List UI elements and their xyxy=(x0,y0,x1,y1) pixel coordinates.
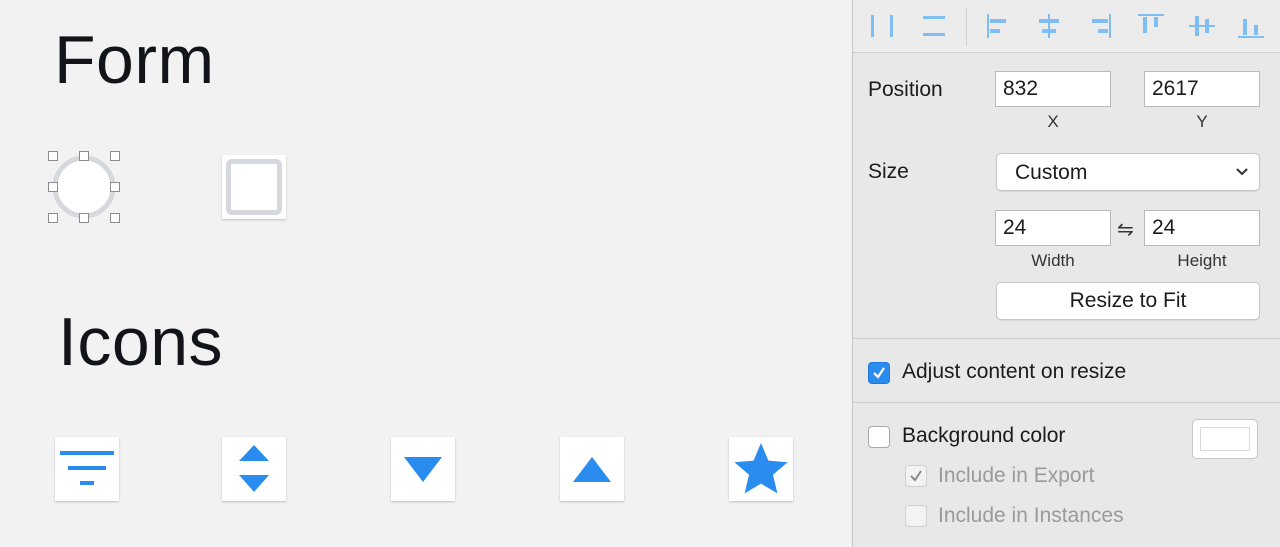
sort-arrows-icon-tile[interactable] xyxy=(222,437,286,501)
position-x-field[interactable] xyxy=(995,71,1111,107)
size-label: Size xyxy=(868,160,909,183)
selection-frame xyxy=(54,157,116,219)
align-left-icon xyxy=(987,14,1006,38)
adjust-content-label: Adjust content on resize xyxy=(902,360,1127,383)
resize-handle-br[interactable] xyxy=(110,213,120,223)
align-right-button[interactable] xyxy=(1083,10,1117,42)
distribute-vertical-button[interactable] xyxy=(917,10,951,42)
align-bottom-icon xyxy=(1238,19,1264,38)
height-field[interactable] xyxy=(1144,210,1260,246)
triangle-up-icon xyxy=(573,457,611,482)
checkbox-square-icon xyxy=(226,159,282,215)
adjust-content-checkbox[interactable] xyxy=(868,362,890,384)
section-divider xyxy=(853,402,1280,403)
include-instances-checkbox[interactable] xyxy=(905,505,927,527)
radio-symbol-selected[interactable] xyxy=(48,151,120,223)
align-right-icon xyxy=(1092,14,1111,38)
background-color-swatch[interactable] xyxy=(1192,419,1258,459)
resize-handle-r[interactable] xyxy=(110,182,120,192)
height-caption: Height xyxy=(1177,251,1227,270)
resize-to-fit-button[interactable]: Resize to Fit xyxy=(996,282,1260,320)
filter-icon xyxy=(60,451,114,485)
background-color-checkbox[interactable] xyxy=(868,426,890,448)
resize-handle-tl[interactable] xyxy=(48,151,58,161)
swatch-color-fill xyxy=(1200,427,1250,451)
distribute-horizontal-button[interactable] xyxy=(865,10,899,42)
inspector-panel: Position X Y Size Custom ⇋ Width Height … xyxy=(852,0,1280,547)
size-preset-dropdown[interactable]: Custom xyxy=(996,153,1260,191)
resize-handle-l[interactable] xyxy=(48,182,58,192)
position-y-caption: Y xyxy=(1196,112,1208,131)
width-caption: Width xyxy=(1031,251,1075,270)
include-export-checkbox[interactable] xyxy=(905,465,927,487)
lock-proportions-icon[interactable]: ⇋ xyxy=(1117,217,1134,242)
position-y-field[interactable] xyxy=(1144,71,1260,107)
star-icon xyxy=(734,443,788,494)
icons-section-title: Icons xyxy=(58,304,224,380)
align-left-button[interactable] xyxy=(981,10,1015,42)
section-divider xyxy=(853,338,1280,339)
resize-handle-t[interactable] xyxy=(79,151,89,161)
sort-arrows-icon xyxy=(239,445,269,492)
align-top-icon xyxy=(1138,14,1164,33)
size-preset-value: Custom xyxy=(1015,161,1088,184)
triangle-up-icon-tile[interactable] xyxy=(560,437,624,501)
align-bottom-button[interactable] xyxy=(1234,10,1268,42)
align-center-horizontal-button[interactable] xyxy=(1032,10,1066,42)
position-x-caption: X xyxy=(1047,112,1059,131)
chevron-down-icon xyxy=(1236,168,1248,176)
filter-icon-tile[interactable] xyxy=(55,437,119,501)
checkmark-icon xyxy=(873,367,885,379)
checkmark-icon xyxy=(910,470,922,482)
star-icon-tile[interactable] xyxy=(729,437,793,501)
resize-handle-b[interactable] xyxy=(79,213,89,223)
align-center-horizontal-icon xyxy=(1039,14,1059,38)
checkbox-symbol[interactable] xyxy=(222,155,286,219)
distribute-vertical-icon xyxy=(923,16,945,36)
align-middle-vertical-icon xyxy=(1189,16,1215,36)
background-color-label: Background color xyxy=(902,424,1066,447)
resize-handle-tr[interactable] xyxy=(110,151,120,161)
artboard-canvas: Form Icons xyxy=(0,0,852,547)
toolbar-separator xyxy=(966,8,967,46)
alignment-toolbar xyxy=(853,0,1280,53)
align-top-button[interactable] xyxy=(1134,10,1168,42)
include-export-label: Include in Export xyxy=(938,464,1095,487)
width-field[interactable] xyxy=(995,210,1111,246)
resize-handle-bl[interactable] xyxy=(48,213,58,223)
form-section-title: Form xyxy=(54,22,215,98)
include-instances-label: Include in Instances xyxy=(938,504,1124,527)
triangle-down-icon-tile[interactable] xyxy=(391,437,455,501)
triangle-down-icon xyxy=(404,457,442,482)
position-label: Position xyxy=(868,78,943,101)
distribute-horizontal-icon xyxy=(871,15,893,37)
align-middle-vertical-button[interactable] xyxy=(1185,10,1219,42)
